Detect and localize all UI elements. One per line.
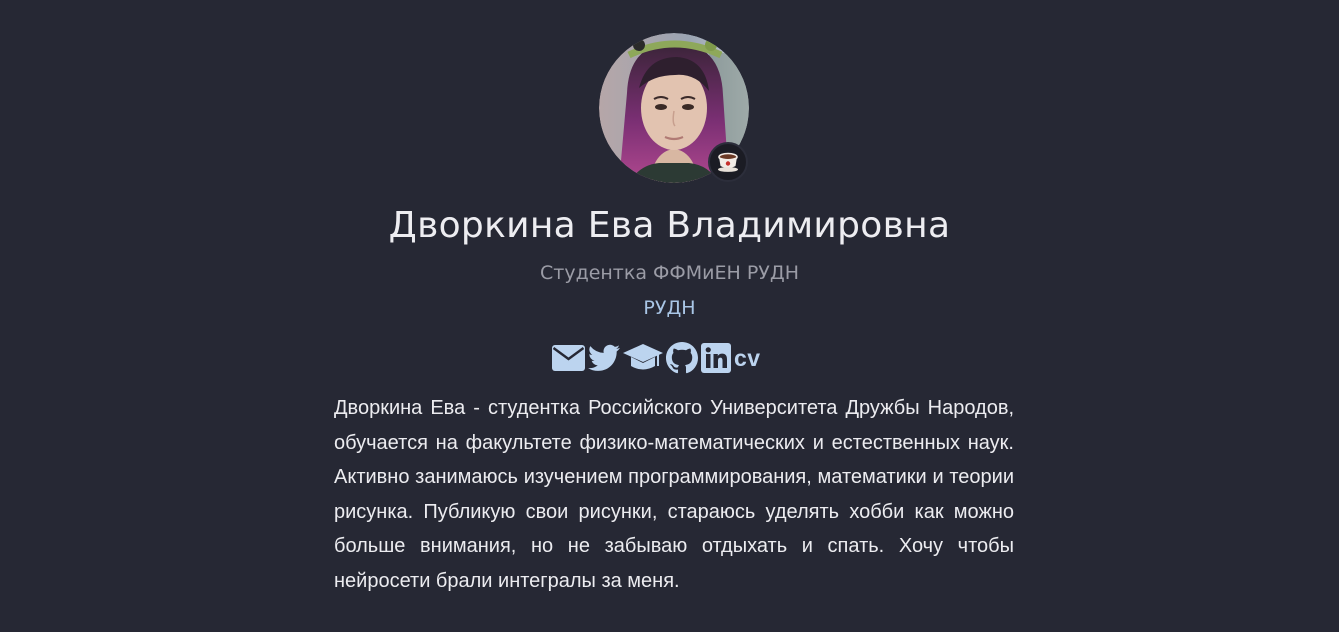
email-link[interactable] [552, 340, 585, 376]
profile-bio: Дворкина Ева - студентка Российского Уни… [334, 397, 1014, 592]
status-badge [708, 142, 748, 182]
cv-link[interactable]: cv [734, 340, 761, 376]
linkedin-icon [701, 343, 731, 373]
twitter-icon [588, 344, 620, 371]
avatar-container [599, 33, 749, 183]
scholar-link[interactable] [623, 340, 663, 376]
cv-icon: cv [734, 344, 761, 371]
profile-header: Дворкина Ева Владимировна Студентка ФФМи… [0, 0, 1339, 632]
profile-role: Студентка ФФМиЕН РУДН [539, 262, 799, 284]
graduation-cap-icon [623, 344, 663, 370]
twitter-link[interactable] [588, 340, 620, 376]
linkedin-link[interactable] [701, 340, 731, 376]
organization-link[interactable]: РУДН [0, 294, 1339, 322]
profile-name: Дворкина Ева Владимировна [388, 205, 951, 246]
envelope-icon [552, 345, 585, 371]
github-icon [666, 342, 698, 374]
github-link[interactable] [666, 340, 698, 376]
coffee-cup-icon [718, 152, 738, 172]
social-links: cv [552, 340, 761, 376]
